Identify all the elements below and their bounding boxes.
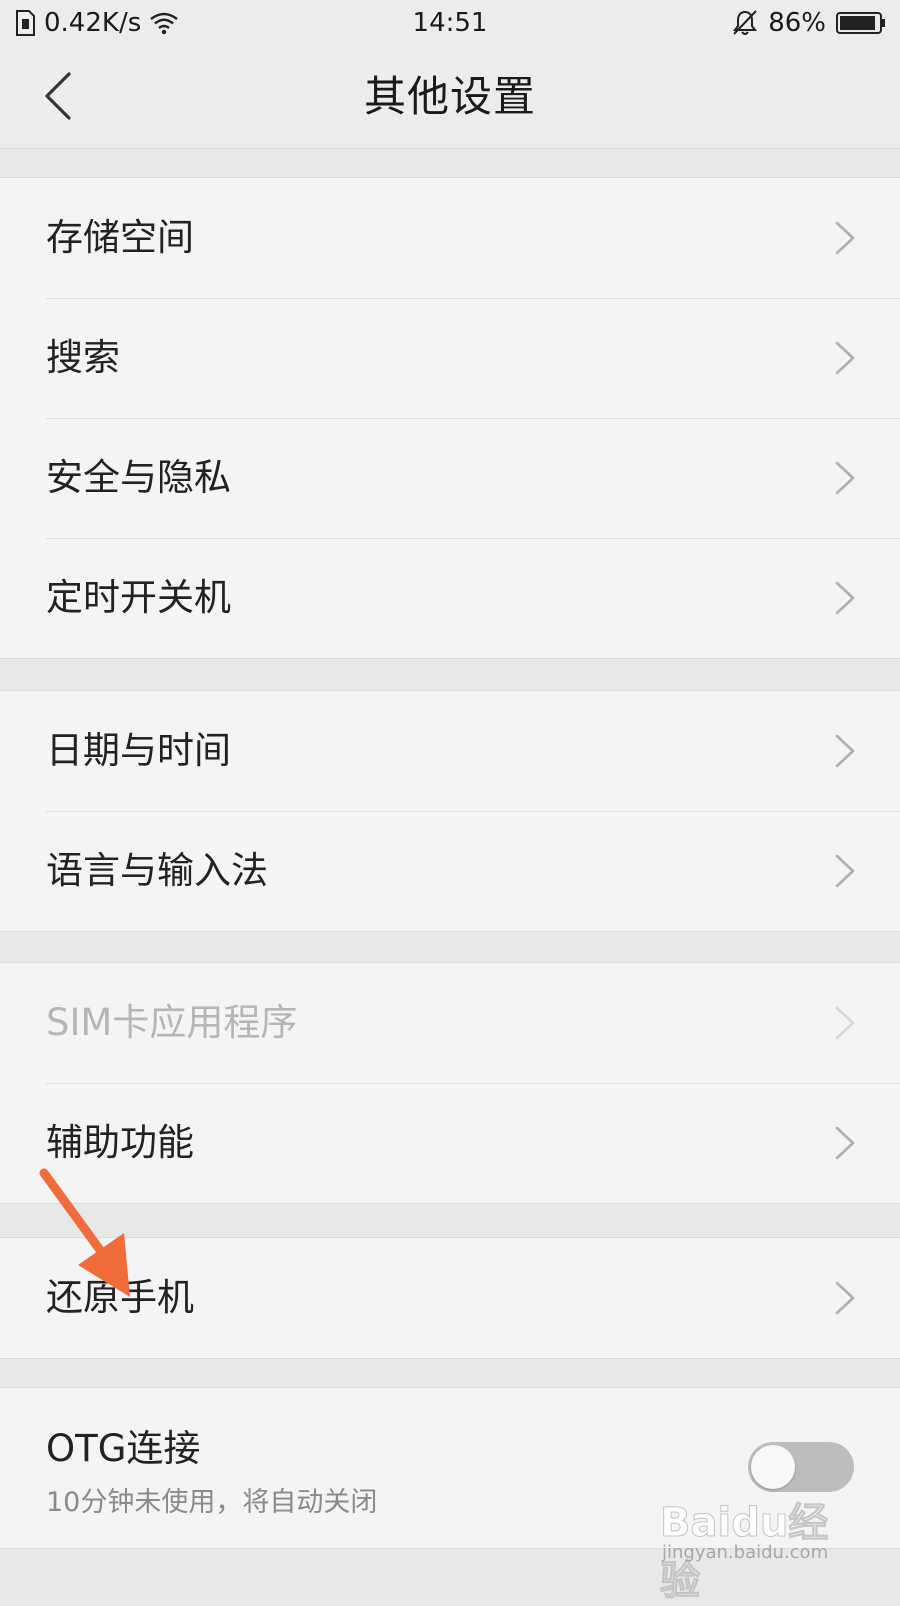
settings-item-label: 日期与时间	[46, 729, 231, 772]
settings-item-reset-phone[interactable]: 还原手机	[0, 1238, 900, 1358]
page-title: 其他设置	[363, 72, 536, 121]
settings-group-reset: 还原手机	[0, 1237, 900, 1359]
settings-item-language-input[interactable]: 语言与输入法	[0, 811, 900, 931]
status-bar-right: 86%	[732, 6, 886, 40]
settings-item-accessibility[interactable]: 辅助功能	[0, 1083, 900, 1203]
settings-item-label: SIM卡应用程序	[46, 1001, 298, 1044]
settings-item-scheduled-power[interactable]: 定时开关机	[0, 538, 900, 658]
settings-item-security-privacy[interactable]: 安全与隐私	[0, 418, 900, 538]
settings-item-date-time[interactable]: 日期与时间	[0, 691, 900, 811]
status-bar: 0.42K/s 14:51 86%	[0, 0, 900, 46]
settings-item-label: 语言与输入法	[46, 849, 268, 892]
settings-item-otg: OTG连接 10分钟未使用，将自动关闭	[0, 1388, 900, 1548]
settings-item-label: 安全与隐私	[46, 456, 231, 499]
battery-percent: 86%	[768, 8, 826, 38]
otg-title: OTG连接	[46, 1427, 201, 1470]
settings-item-label: 还原手机	[46, 1276, 194, 1319]
settings-group-sim-accessibility: SIM卡应用程序 辅助功能	[0, 962, 900, 1204]
settings-item-label: 存储空间	[46, 216, 194, 259]
chevron-right-icon	[834, 1005, 856, 1041]
settings-group-otg: OTG连接 10分钟未使用，将自动关闭	[0, 1387, 900, 1549]
chevron-right-icon	[834, 1280, 856, 1316]
chevron-right-icon	[834, 853, 856, 889]
chevron-right-icon	[834, 340, 856, 376]
settings-item-label: 定时开关机	[46, 576, 231, 619]
chevron-right-icon	[834, 1125, 856, 1161]
chevron-right-icon	[834, 580, 856, 616]
chevron-right-icon	[834, 460, 856, 496]
settings-group-datetime: 日期与时间 语言与输入法	[0, 690, 900, 932]
settings-item-label: 搜索	[46, 336, 120, 379]
otg-toggle[interactable]	[748, 1442, 854, 1492]
settings-item-label: 辅助功能	[46, 1121, 194, 1164]
app-header: 其他设置	[0, 46, 900, 149]
toggle-knob	[751, 1445, 795, 1489]
settings-item-search[interactable]: 搜索	[0, 298, 900, 418]
bell-off-icon	[732, 9, 758, 37]
chevron-right-icon	[834, 220, 856, 256]
settings-item-storage[interactable]: 存储空间	[0, 178, 900, 298]
chevron-right-icon	[834, 733, 856, 769]
battery-icon	[836, 11, 886, 35]
settings-item-sim-apps: SIM卡应用程序	[0, 963, 900, 1083]
settings-group-storage: 存储空间 搜索 安全与隐私 定时开关机	[0, 177, 900, 659]
otg-subtitle: 10分钟未使用，将自动关闭	[46, 1487, 378, 1518]
